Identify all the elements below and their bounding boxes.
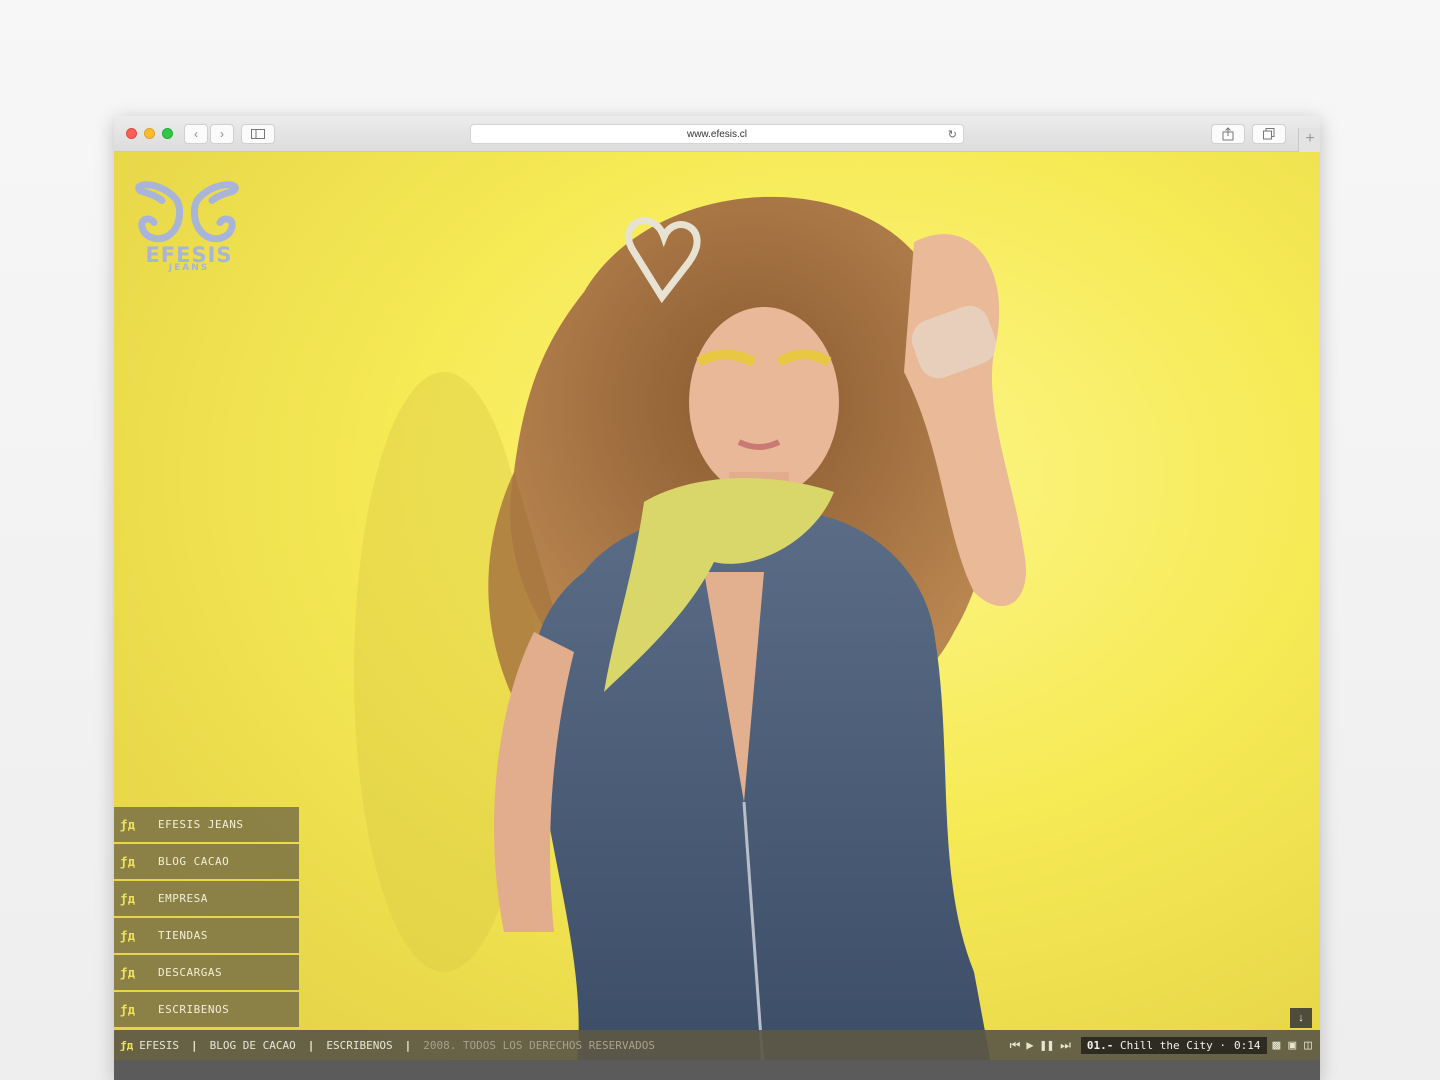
url-text: www.efesis.cl xyxy=(686,128,747,140)
menu-item-label: EFESIS JEANS xyxy=(158,818,244,831)
menu-item-label: EMPRESA xyxy=(158,892,208,905)
butterfly-icon: ƒд xyxy=(120,928,136,943)
butterfly-icon: ƒд xyxy=(120,817,136,832)
play-icon[interactable]: ▶ xyxy=(1026,1038,1033,1052)
track-display: 01.- Chill the City · xyxy=(1080,1036,1233,1054)
logo-wordmark: EFESIS xyxy=(145,243,233,267)
butterfly-icon: ƒд xyxy=(120,891,136,906)
track-time: 0:14 xyxy=(1228,1036,1267,1054)
tabs-icon xyxy=(1263,128,1275,140)
logo-subtitle: JEANS xyxy=(168,263,210,273)
footer-separator: | xyxy=(404,1038,412,1052)
menu-item-label: DESCARGAS xyxy=(158,966,223,979)
sidebar-toggle-button[interactable] xyxy=(241,124,275,144)
sidebar-icon xyxy=(251,129,265,139)
close-window-button[interactable] xyxy=(126,128,137,139)
footer-separator: | xyxy=(191,1038,198,1052)
pause-icon[interactable]: ❚❚ xyxy=(1040,1038,1054,1052)
previous-track-icon[interactable]: ⏮ xyxy=(1010,1038,1021,1053)
footer-separator: | xyxy=(307,1038,315,1052)
forward-button[interactable]: › xyxy=(210,124,234,144)
butterfly-icon: ƒд xyxy=(120,854,136,869)
share-icon xyxy=(1222,127,1234,141)
browser-window: ‹ › www.efesis.cl ↻ + EFESIS JEANS ƒд EF… xyxy=(114,116,1320,1080)
tabs-overview-button[interactable] xyxy=(1252,124,1286,144)
side-menu: ƒд EFESIS JEANS ƒд BLOG CACAO ƒд EMPRESA… xyxy=(114,807,299,1029)
butterfly-icon: ƒд xyxy=(120,1038,134,1052)
menu-item-label: ESCRIBENOS xyxy=(158,1003,230,1016)
plus-icon: + xyxy=(1305,130,1315,147)
menu-item-label: BLOG CACAO xyxy=(158,855,230,868)
browser-bottom-edge xyxy=(114,1060,1320,1080)
menu-item-label: TIENDAS xyxy=(158,929,208,942)
browser-toolbar: ‹ › www.efesis.cl ↻ + xyxy=(114,116,1320,152)
music-player: ⏮ ▶ ❚❚ ⏭ 01.- Chill the City · 0:14 ▩ ▣ … xyxy=(1010,1030,1320,1060)
reload-icon[interactable]: ↻ xyxy=(948,128,957,141)
menu-item-empresa[interactable]: ƒд EMPRESA xyxy=(114,881,299,916)
track-dot: · xyxy=(1219,1038,1227,1052)
footer-bar: ƒд EFESIS | BLOG DE CACAO | ESCRIBENOS |… xyxy=(114,1030,1320,1060)
menu-item-efesis-jeans[interactable]: ƒд EFESIS JEANS xyxy=(114,807,299,842)
zoom-window-button[interactable] xyxy=(162,128,173,139)
footer-link-efesis[interactable]: EFESIS xyxy=(133,1039,185,1052)
footer-link-escribenos[interactable]: ESCRIBENOS xyxy=(320,1039,398,1052)
back-button[interactable]: ‹ xyxy=(184,124,208,144)
butterfly-icon: ƒд xyxy=(120,965,136,980)
chevron-left-icon: ‹ xyxy=(194,127,198,141)
address-bar[interactable]: www.efesis.cl ↻ xyxy=(470,124,964,144)
menu-item-descargas[interactable]: ƒд DESCARGAS xyxy=(114,955,299,990)
next-track-icon[interactable]: ⏭ xyxy=(1060,1038,1071,1053)
fullscreen-icon[interactable]: ▣ xyxy=(1288,1038,1296,1053)
scroll-down-button[interactable]: ↓ xyxy=(1290,1008,1312,1028)
track-number: 01.- xyxy=(1086,1038,1114,1052)
chevron-right-icon: › xyxy=(220,127,224,141)
footer-link-blog[interactable]: BLOG DE CACAO xyxy=(204,1039,302,1052)
window-icon[interactable]: ◫ xyxy=(1304,1038,1312,1053)
new-tab-button[interactable]: + xyxy=(1298,128,1320,152)
page-content: EFESIS JEANS ƒд EFESIS JEANS ƒд BLOG CAC… xyxy=(114,152,1320,1080)
volume-bars-icon[interactable]: ▩ xyxy=(1273,1038,1281,1053)
menu-item-blog-cacao[interactable]: ƒд BLOG CACAO xyxy=(114,844,299,879)
track-title: Chill the City xyxy=(1120,1038,1213,1052)
arrow-down-icon: ↓ xyxy=(1298,1012,1304,1024)
minimize-window-button[interactable] xyxy=(144,128,155,139)
menu-item-escribenos[interactable]: ƒд ESCRIBENOS xyxy=(114,992,299,1027)
menu-item-tiendas[interactable]: ƒд TIENDAS xyxy=(114,918,299,953)
butterfly-icon: ƒд xyxy=(120,1002,136,1017)
copyright-text: 2008. TODOS LOS DERECHOS RESERVADOS xyxy=(423,1038,655,1052)
share-button[interactable] xyxy=(1211,124,1245,144)
